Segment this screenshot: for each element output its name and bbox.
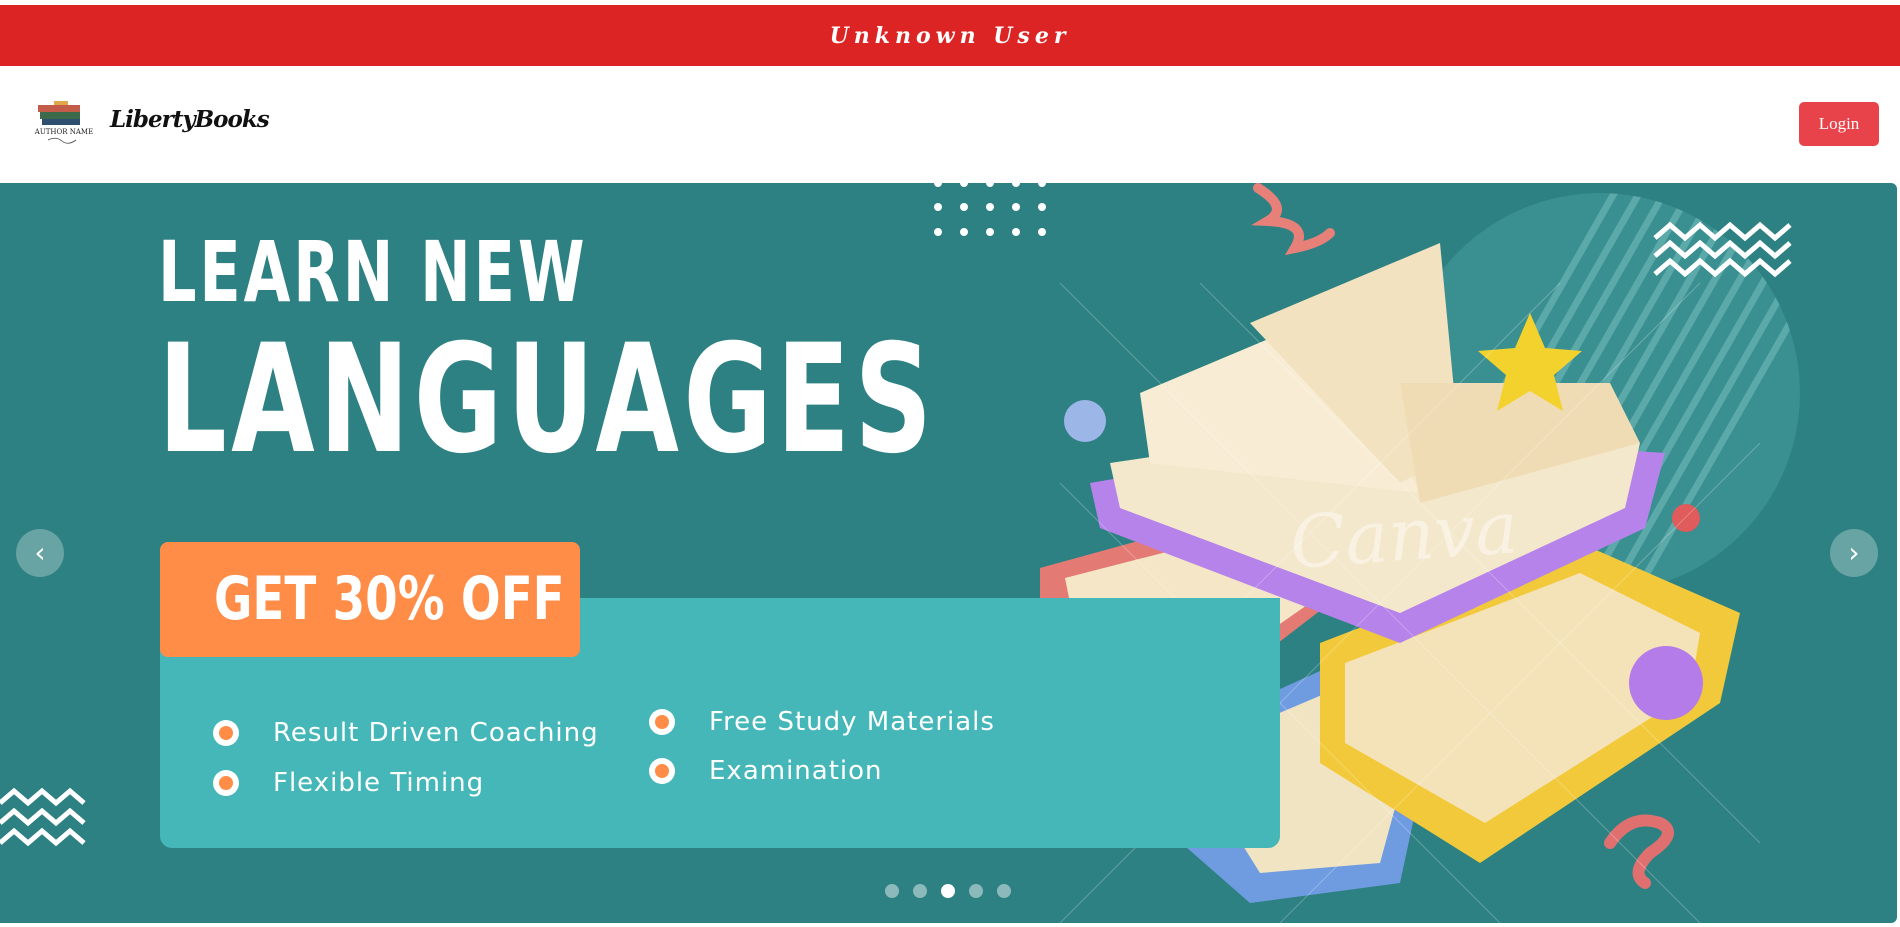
feature-label: Result Driven Coaching xyxy=(273,718,599,748)
logo-caption: AUTHOR NAME xyxy=(34,128,93,136)
carousel-indicator-1[interactable] xyxy=(885,884,899,898)
feature-item: Free Study Materials xyxy=(649,707,995,737)
watermark-text: Canva xyxy=(1287,485,1521,585)
feature-item: Examination xyxy=(649,756,883,786)
bullet-icon xyxy=(213,720,239,746)
bullet-icon xyxy=(213,770,239,796)
sphere-decoration xyxy=(1672,504,1700,532)
carousel-indicator-2[interactable] xyxy=(913,884,927,898)
brand-name[interactable]: LibertyBooks xyxy=(110,106,270,133)
ribbon-decoration xyxy=(1251,183,1335,256)
dot-grid-decoration xyxy=(934,183,1046,236)
bullet-icon xyxy=(649,758,675,784)
carousel-indicator-4[interactable] xyxy=(969,884,983,898)
logo-icon[interactable]: AUTHOR NAME xyxy=(28,100,100,146)
sphere-decoration xyxy=(1064,400,1106,442)
hero-headline-big: LANGUAGES xyxy=(158,313,937,487)
ribbon-decoration xyxy=(1604,814,1674,889)
user-status-text: Unknown User xyxy=(829,22,1071,49)
carousel-indicator-3[interactable] xyxy=(941,884,955,898)
feature-label: Free Study Materials xyxy=(709,707,995,737)
feature-item: Result Driven Coaching xyxy=(213,718,599,748)
feature-label: Flexible Timing xyxy=(273,768,485,798)
feature-item: Flexible Timing xyxy=(213,768,484,798)
navbar: AUTHOR NAME LibertyBooks Login xyxy=(0,66,1900,183)
bullet-icon xyxy=(649,709,675,735)
top-banner: Unknown User xyxy=(0,5,1900,66)
hero-headline-small: LEARN NEW xyxy=(158,223,588,321)
carousel-indicators xyxy=(885,884,1011,898)
offer-text: GET 30% OFF xyxy=(214,564,565,634)
carousel-prev-button[interactable]: ‹ xyxy=(16,529,64,577)
carousel-next-button[interactable]: › xyxy=(1830,529,1878,577)
hero-carousel: LEARN NEW LANGUAGES Result Driven Coachi… xyxy=(0,183,1897,923)
offer-badge: GET 30% OFF xyxy=(160,542,580,657)
login-button[interactable]: Login xyxy=(1799,102,1879,146)
feature-label: Examination xyxy=(709,756,883,786)
carousel-indicator-5[interactable] xyxy=(997,884,1011,898)
